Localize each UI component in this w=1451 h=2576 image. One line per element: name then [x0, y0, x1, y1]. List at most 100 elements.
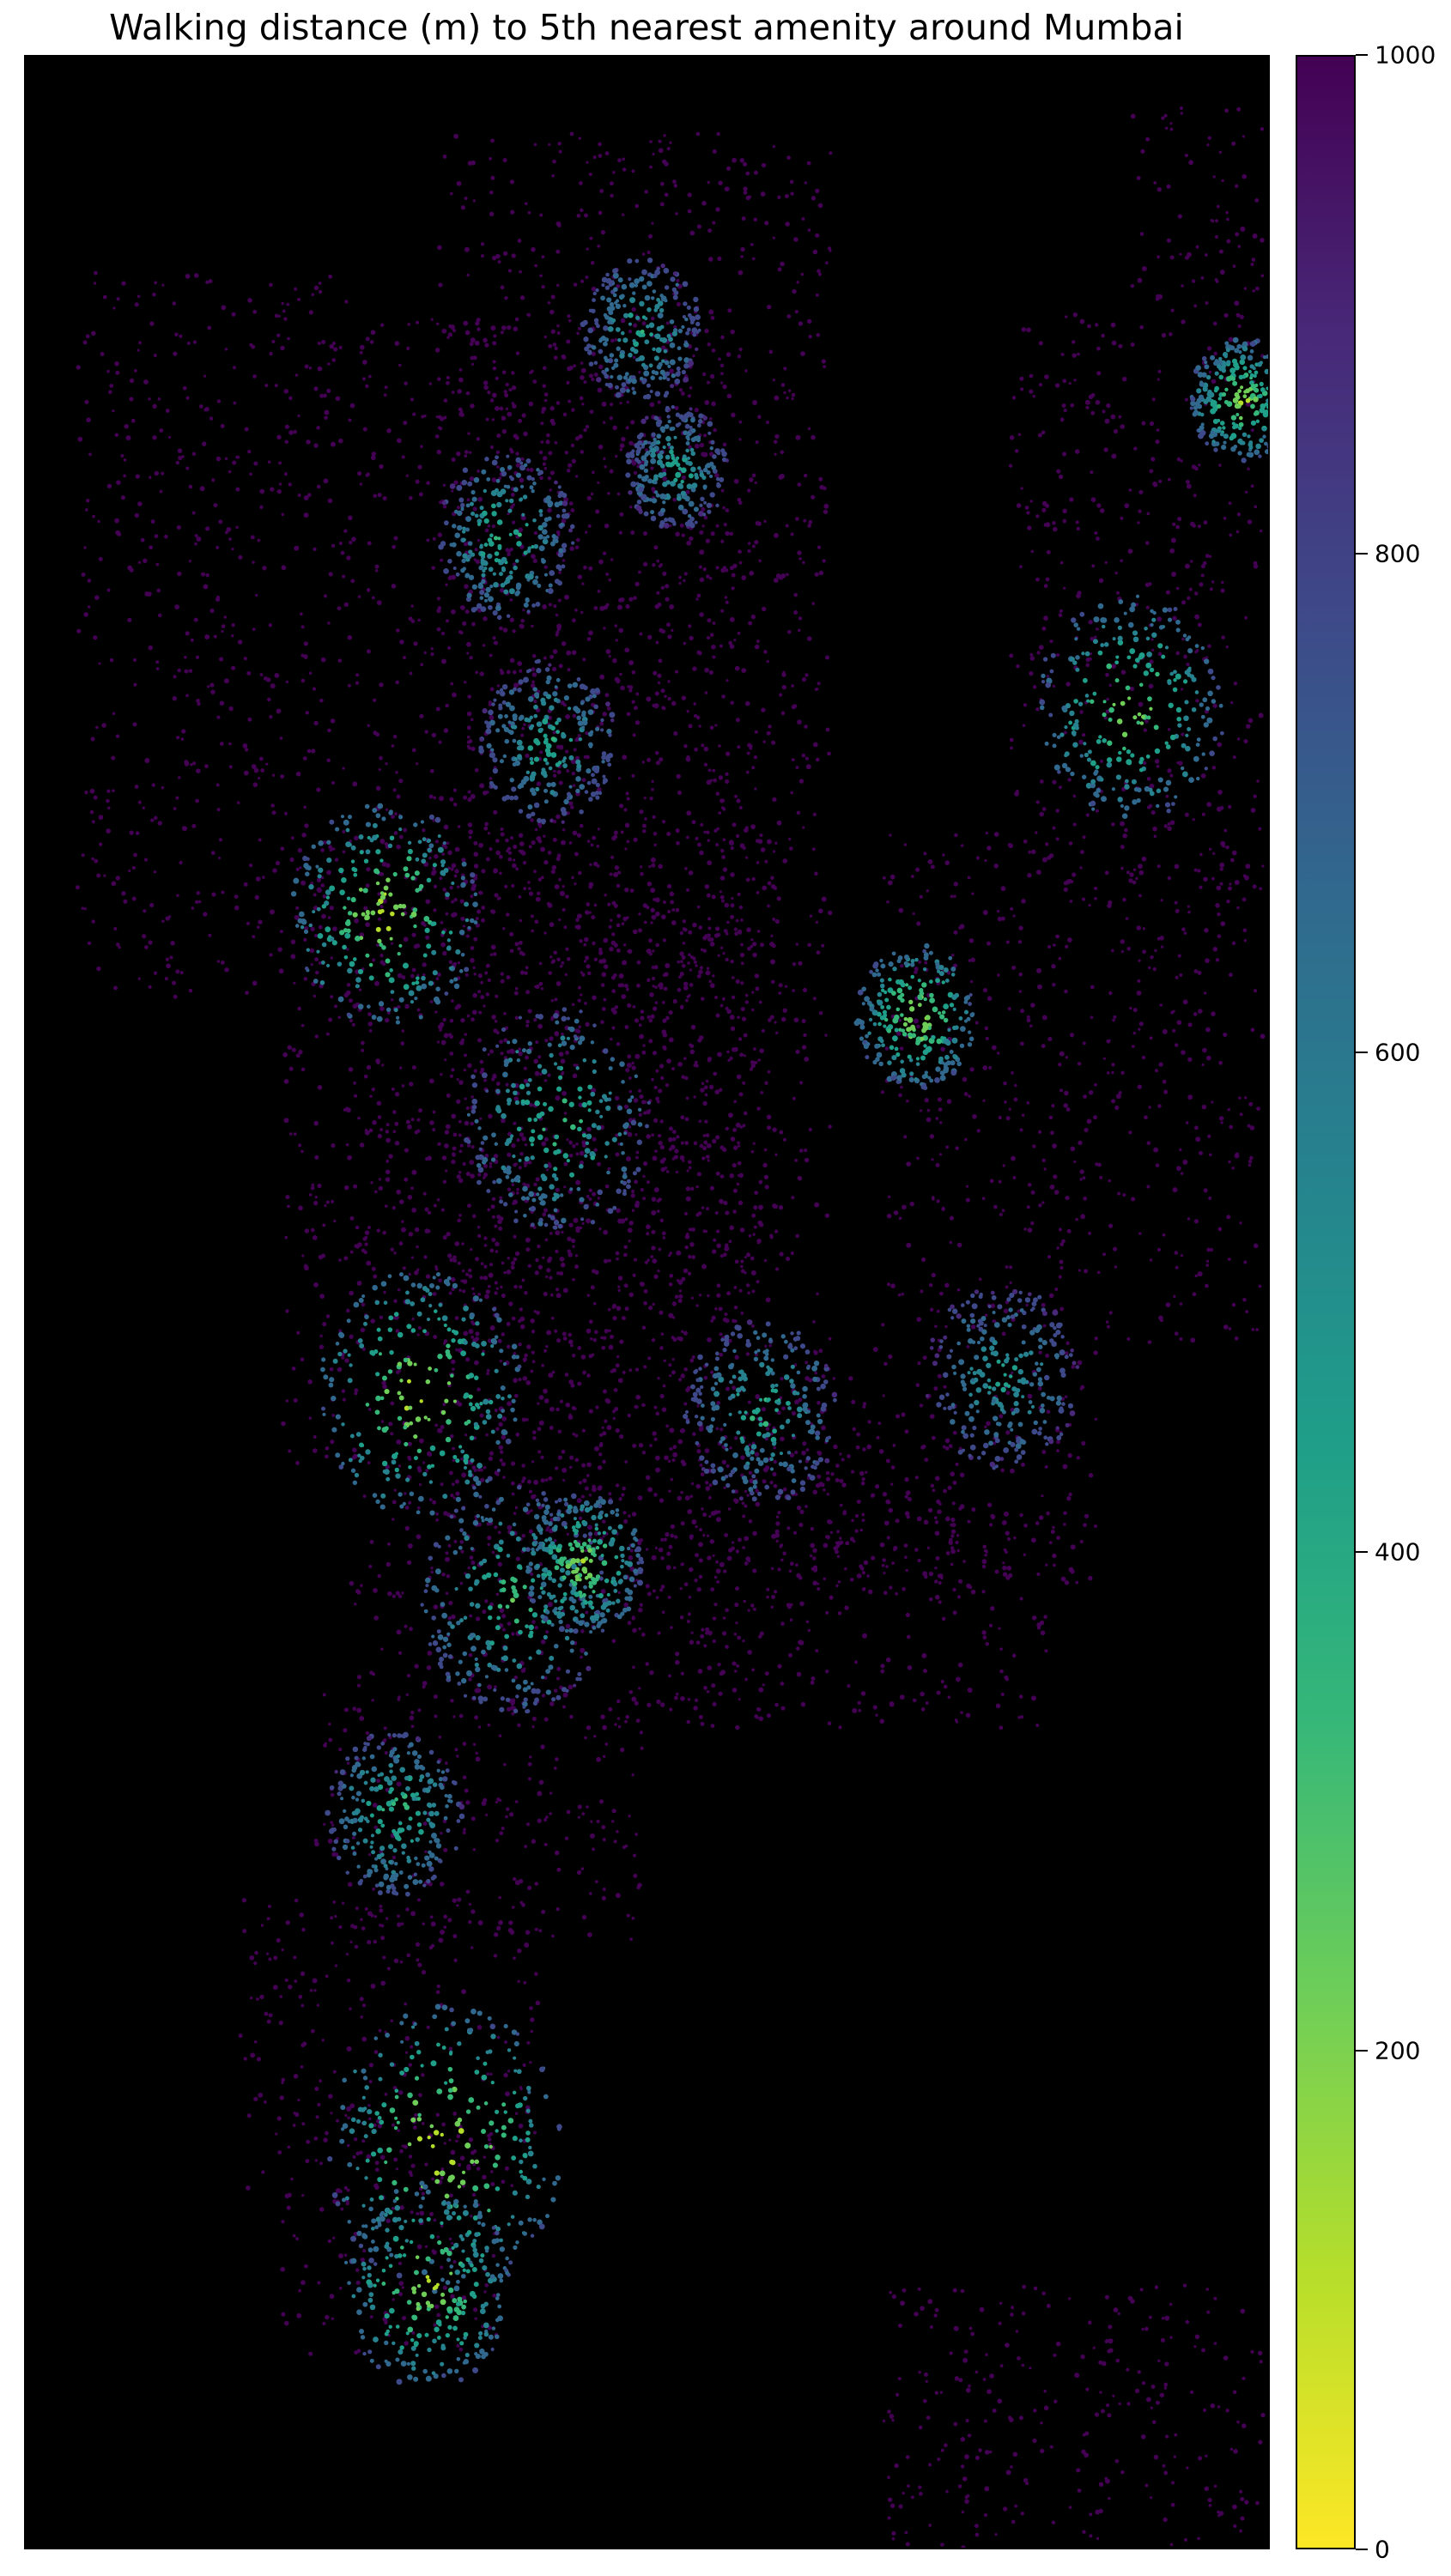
street-node	[652, 1155, 658, 1161]
street-node	[577, 574, 583, 579]
street-node	[619, 1433, 624, 1440]
street-node	[798, 321, 804, 326]
street-node	[435, 2112, 440, 2118]
street-node	[628, 505, 633, 509]
street-node	[584, 1549, 588, 1553]
street-node	[598, 1485, 603, 1490]
street-node	[677, 1439, 683, 1445]
street-node	[523, 887, 527, 890]
street-node	[982, 910, 988, 916]
street-node	[331, 1143, 336, 1149]
street-node	[795, 517, 799, 521]
street-node	[558, 571, 562, 574]
street-node	[539, 1072, 543, 1076]
street-node	[607, 902, 611, 906]
street-node	[435, 322, 440, 326]
street-node	[740, 1007, 745, 1012]
street-node	[743, 190, 748, 195]
street-node	[1120, 939, 1125, 944]
street-node	[644, 190, 648, 194]
street-node	[575, 1179, 581, 1185]
street-node	[657, 1376, 660, 1380]
street-node	[741, 575, 747, 580]
street-node	[923, 1519, 929, 1525]
street-node	[471, 1214, 477, 1219]
street-node	[533, 142, 537, 147]
street-node	[460, 205, 465, 210]
street-node	[544, 1478, 549, 1482]
street-node	[943, 1488, 947, 1494]
street-node	[565, 894, 569, 899]
street-node	[954, 833, 958, 838]
street-node	[778, 574, 784, 580]
street-node	[485, 1289, 491, 1294]
street-node	[710, 1724, 715, 1729]
street-node	[566, 1138, 569, 1142]
street-node	[683, 1330, 688, 1336]
street-node	[604, 151, 610, 156]
street-node	[360, 1918, 363, 1922]
street-node	[483, 2290, 487, 2294]
street-node	[626, 797, 630, 801]
street-node	[841, 1482, 847, 1488]
street-node	[390, 1432, 394, 1436]
street-node	[733, 1319, 738, 1324]
street-node	[518, 418, 523, 423]
map-area[interactable]	[24, 55, 1270, 2549]
street-node	[367, 724, 370, 728]
street-node	[489, 687, 495, 692]
street-node	[608, 654, 611, 658]
street-node	[581, 1428, 586, 1433]
street-node	[450, 867, 454, 871]
street-node	[729, 616, 735, 622]
street-node	[563, 1161, 568, 1167]
street-node	[553, 1766, 557, 1770]
street-node	[352, 1447, 357, 1453]
street-node	[718, 775, 724, 780]
street-node	[373, 1274, 378, 1279]
street-node	[1217, 934, 1222, 938]
street-node	[671, 628, 674, 632]
street-node	[749, 744, 753, 749]
street-node	[543, 398, 548, 403]
street-node	[807, 524, 811, 528]
street-node	[492, 636, 496, 640]
street-node	[1064, 1395, 1068, 1398]
street-node	[528, 891, 534, 896]
street-node	[683, 1402, 688, 1406]
street-node	[359, 482, 363, 486]
street-node	[675, 212, 678, 215]
street-node	[680, 391, 685, 396]
street-node	[862, 1447, 866, 1452]
street-node	[392, 735, 398, 739]
street-node	[397, 2129, 400, 2132]
street-node	[355, 1906, 359, 1911]
street-node	[501, 1462, 507, 1467]
street-node	[744, 1000, 749, 1004]
street-node	[340, 2207, 344, 2211]
street-node	[578, 1025, 582, 1029]
street-node	[620, 318, 626, 324]
street-node	[349, 1334, 354, 1339]
street-node	[579, 181, 583, 185]
street-node	[577, 1381, 582, 1386]
street-node	[707, 1143, 712, 1149]
street-node	[480, 242, 485, 246]
street-node	[591, 915, 596, 920]
street-node	[574, 738, 579, 742]
street-node	[675, 1652, 680, 1657]
street-node	[673, 184, 678, 188]
street-node	[719, 1145, 725, 1150]
street-node	[399, 2205, 404, 2210]
street-node	[750, 1603, 755, 1608]
street-node	[1182, 999, 1188, 1005]
street-node	[984, 1425, 987, 1428]
street-node	[473, 1360, 479, 1366]
street-node	[929, 1414, 935, 1420]
street-node	[959, 1472, 965, 1478]
street-node	[798, 961, 803, 966]
street-node	[718, 1306, 723, 1312]
street-node	[554, 997, 558, 1002]
street-node	[579, 1150, 585, 1156]
street-node	[825, 1470, 830, 1476]
